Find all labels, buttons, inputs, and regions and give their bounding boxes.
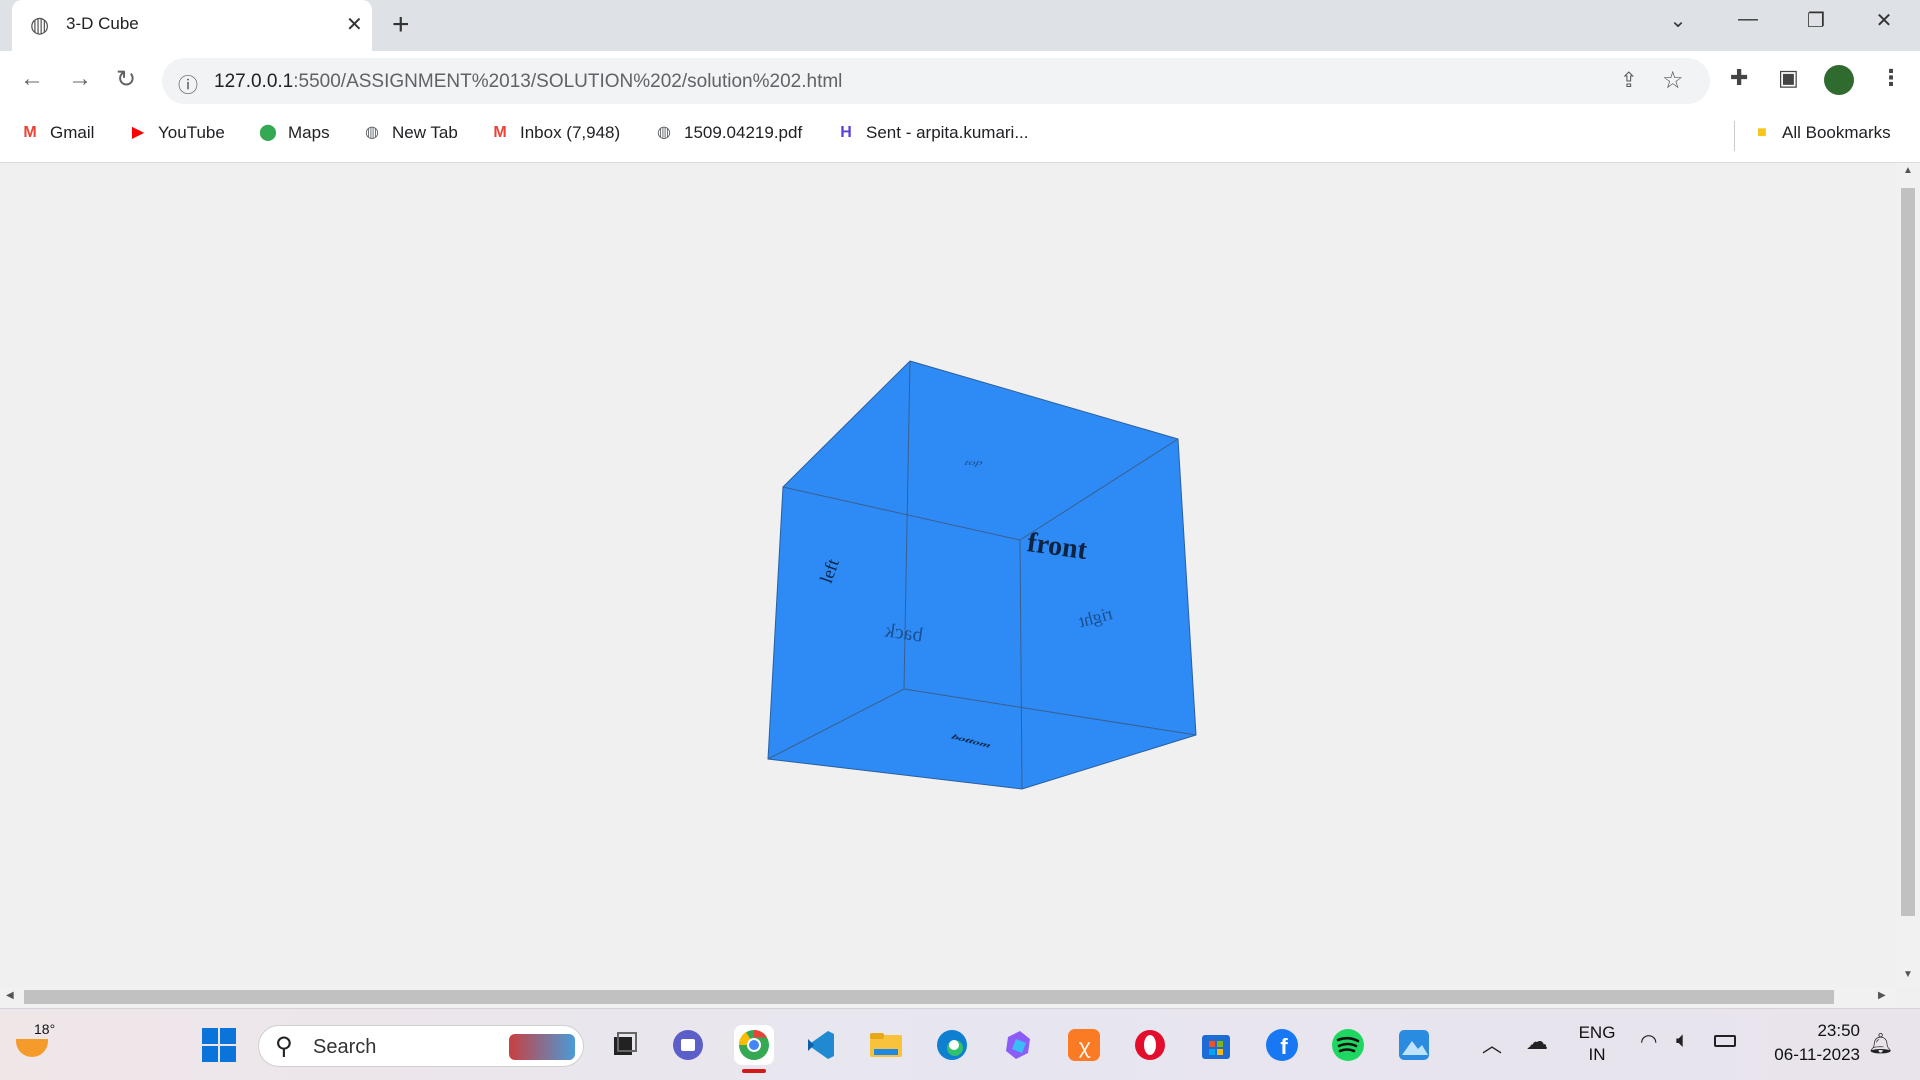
language-bottom: IN bbox=[1588, 1045, 1606, 1064]
language-indicator[interactable]: ENG IN bbox=[1572, 1023, 1622, 1065]
search-icon: ⚲ bbox=[275, 1033, 293, 1060]
weather-icon[interactable] bbox=[16, 1039, 48, 1057]
facebook-icon[interactable]: f bbox=[1262, 1025, 1302, 1065]
folder-icon: ■ bbox=[1757, 124, 1767, 141]
taskbar-search-label: Search bbox=[313, 1036, 377, 1058]
url-path: :5500/ASSIGNMENT%2013/SOLUTION%202/solut… bbox=[293, 71, 843, 92]
forward-icon[interactable]: → bbox=[68, 65, 92, 93]
reload-icon[interactable]: ↻ bbox=[116, 65, 136, 94]
menu-kebab-icon[interactable]: ⋮ bbox=[1880, 65, 1902, 91]
bookmark-label: Sent - arpita.kumari... bbox=[866, 123, 1029, 142]
cube: topfrontleftbackrightbottom bbox=[767, 360, 1197, 790]
opera-icon[interactable] bbox=[1130, 1025, 1170, 1065]
bookmark-label: 1509.04219.pdf bbox=[684, 123, 803, 142]
bookmarks-divider bbox=[1734, 121, 1735, 151]
weather-temp: 18° bbox=[34, 1021, 56, 1037]
sent-app-icon: H bbox=[840, 124, 852, 141]
minimize-icon[interactable]: — bbox=[1728, 8, 1768, 31]
svg-text:f: f bbox=[1280, 1034, 1288, 1059]
chevron-up-icon[interactable]: ︿ bbox=[1482, 1029, 1502, 1058]
edge-icon[interactable] bbox=[932, 1025, 972, 1065]
xampp-icon[interactable]: ꭓ bbox=[1064, 1025, 1104, 1065]
side-panel-icon[interactable]: ▣ bbox=[1778, 65, 1799, 91]
all-bookmarks-button[interactable]: ■ All Bookmarks bbox=[1752, 123, 1891, 143]
restore-icon[interactable]: ❐ bbox=[1796, 8, 1836, 33]
tab-active[interactable]: ◍ 3-D Cube ✕ bbox=[12, 0, 372, 51]
address-bar[interactable]: ⓘ 127.0.0.1:5500/ASSIGNMENT%2013/SOLUTIO… bbox=[162, 58, 1710, 104]
start-icon[interactable] bbox=[201, 1027, 237, 1063]
horizontal-scroll-thumb[interactable] bbox=[24, 990, 1834, 1004]
clock-date: 06-11-2023 bbox=[1774, 1045, 1860, 1064]
cube-canvas: topfrontleftbackrightbottom bbox=[767, 360, 1197, 790]
search-highlight-icon bbox=[509, 1034, 575, 1060]
bookmark-item[interactable]: ▶ YouTube bbox=[128, 123, 225, 143]
taskbar-search[interactable]: ⚲ Search bbox=[258, 1025, 584, 1067]
spotify-icon[interactable] bbox=[1328, 1025, 1368, 1065]
extensions-icon[interactable]: ✚ bbox=[1730, 65, 1748, 91]
star-icon[interactable]: ☆ bbox=[1662, 66, 1684, 95]
share-icon[interactable]: ⇪ bbox=[1620, 68, 1638, 93]
page-viewport: top front left back right bottom bbox=[0, 163, 1896, 987]
all-bookmarks-label: All Bookmarks bbox=[1782, 123, 1891, 142]
new-tab-button[interactable]: + bbox=[392, 8, 410, 42]
maps-icon: ⬤ bbox=[259, 124, 277, 141]
globe-icon: ◍ bbox=[657, 124, 671, 141]
scroll-up-icon[interactable]: ▲ bbox=[1903, 165, 1913, 176]
volume-icon[interactable]: 🔈︎ bbox=[1676, 1027, 1689, 1053]
gmail-icon: M bbox=[23, 124, 37, 141]
clock[interactable]: 23:50 06-11-2023 bbox=[1748, 1021, 1860, 1065]
clock-time: 23:50 bbox=[1817, 1021, 1860, 1040]
chrome-active-indicator bbox=[742, 1069, 766, 1073]
vertical-scroll-thumb[interactable] bbox=[1901, 188, 1915, 916]
site-info-icon[interactable]: ⓘ bbox=[178, 69, 198, 98]
bookmark-label: New Tab bbox=[392, 123, 458, 142]
taskbar: 18° ⚲ Search ꭓ f ︿ ☁ ENG IN ◠ 🔈︎ 23:50 0… bbox=[0, 1008, 1920, 1080]
scroll-right-icon[interactable]: ▶ bbox=[1878, 990, 1886, 1001]
tab-title: 3-D Cube bbox=[66, 14, 139, 33]
task-view-icon[interactable] bbox=[604, 1025, 644, 1065]
tab-strip: ◍ 3-D Cube ✕ + ⌄ — ❐ ✕ bbox=[0, 0, 1920, 51]
store-icon[interactable] bbox=[1196, 1025, 1236, 1065]
bookmark-item[interactable]: ◍ 1509.04219.pdf bbox=[654, 123, 802, 143]
back-icon[interactable]: ← bbox=[20, 65, 44, 93]
chrome-icon[interactable] bbox=[734, 1025, 774, 1065]
teams-icon[interactable] bbox=[668, 1025, 708, 1065]
close-icon[interactable]: ✕ bbox=[346, 12, 363, 37]
scroll-down-icon[interactable]: ▼ bbox=[1903, 969, 1913, 980]
scroll-left-icon[interactable]: ◀ bbox=[6, 990, 14, 1001]
globe-icon: ◍ bbox=[30, 12, 50, 37]
gmail-icon: M bbox=[493, 124, 507, 141]
bookmark-item[interactable]: M Gmail bbox=[20, 123, 94, 143]
svg-text:ꭓ: ꭓ bbox=[1078, 1034, 1090, 1058]
bookmark-item[interactable]: ◍ New Tab bbox=[362, 123, 458, 143]
battery-icon[interactable] bbox=[1714, 1035, 1736, 1047]
browser-toolbar: ← → ↻ ⓘ 127.0.0.1:5500/ASSIGNMENT%2013/S… bbox=[0, 51, 1920, 111]
bookmark-item[interactable]: M Inbox (7,948) bbox=[490, 123, 620, 143]
language-top: ENG bbox=[1578, 1023, 1616, 1042]
youtube-icon: ▶ bbox=[131, 124, 145, 141]
bookmark-label: Gmail bbox=[50, 123, 95, 142]
globe-icon: ◍ bbox=[365, 124, 379, 141]
bookmark-item[interactable]: H Sent - arpita.kumari... bbox=[836, 123, 1029, 143]
photos-icon[interactable] bbox=[1394, 1025, 1434, 1065]
bookmark-label: Maps bbox=[288, 123, 330, 142]
file-explorer-icon[interactable] bbox=[866, 1025, 906, 1065]
avatar[interactable] bbox=[1824, 65, 1854, 95]
notification-icon[interactable]: 🔔︎ bbox=[1868, 1031, 1893, 1056]
bookmark-item[interactable]: ⬤ Maps bbox=[258, 123, 330, 143]
onedrive-icon[interactable]: ☁ bbox=[1526, 1029, 1548, 1055]
url-host: 127.0.0.1 bbox=[214, 71, 294, 92]
cube-face-label-top: top bbox=[963, 459, 984, 467]
bookmark-label: YouTube bbox=[158, 123, 225, 142]
wifi-icon[interactable]: ◠ bbox=[1640, 1029, 1657, 1054]
window-close-icon[interactable]: ✕ bbox=[1864, 8, 1904, 33]
bookmark-label: Inbox (7,948) bbox=[520, 123, 621, 142]
vscode-icon[interactable] bbox=[800, 1025, 840, 1065]
bookmarks-bar: M Gmail ▶ YouTube ⬤ Maps ◍ New Tab M Inbox (7,948… bbox=[0, 111, 1920, 163]
tab-search-chevron-icon[interactable]: ⌄ bbox=[1658, 8, 1698, 33]
copilot-icon[interactable] bbox=[998, 1025, 1038, 1065]
url-text[interactable]: 127.0.0.1:5500/ASSIGNMENT%2013/SOLUTION%… bbox=[214, 71, 842, 93]
